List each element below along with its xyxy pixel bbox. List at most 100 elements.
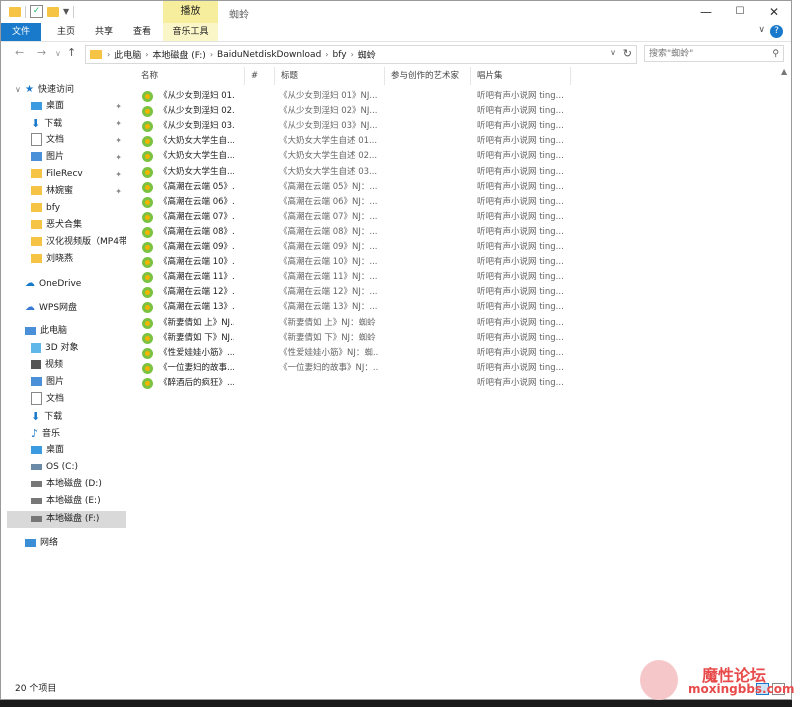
- forward-arrow-icon[interactable]: →: [37, 46, 46, 59]
- nav-item-drive-f[interactable]: 本地磁盘 (F:): [7, 511, 126, 528]
- chevron-down-icon[interactable]: ∨: [15, 81, 21, 98]
- file-row[interactable]: 《高潮在云端 09》... 《高潮在云端 09》NJ：... 听吧有声小说网 tin…: [129, 240, 579, 255]
- refresh-icon[interactable]: ↻: [623, 47, 632, 60]
- nav-item-documents[interactable]: 文档 ✦: [31, 132, 126, 149]
- customize-toolbar-icon[interactable]: ▼: [63, 7, 69, 16]
- tab-share[interactable]: 共享: [85, 23, 123, 41]
- nav-item-pc-pictures[interactable]: 图片: [31, 374, 64, 391]
- nav-item-bfy[interactable]: bfy: [31, 200, 60, 217]
- file-row[interactable]: 《性爱娃娃小筋》... 《性爱娃娃小筋》NJ：蜘... 听吧有声小说网 ting..…: [129, 346, 579, 361]
- file-row[interactable]: 《醉酒后的疯狂》... 听吧有声小说网 ting...: [129, 376, 579, 391]
- nav-item-liuxiaoyan[interactable]: 刘晓燕: [31, 251, 73, 268]
- file-name: 《醉酒后的疯狂》...: [159, 377, 234, 388]
- pin-icon[interactable]: ✦: [115, 149, 122, 166]
- pin-icon[interactable]: ✦: [115, 98, 122, 115]
- minimize-button[interactable]: —: [689, 1, 723, 23]
- file-row[interactable]: 《大奶女大学生自... 《大奶女大学生自述 01... 听吧有声小说网 ting..…: [129, 134, 579, 149]
- column-header-title[interactable]: 标题: [275, 67, 385, 85]
- chevron-down-icon[interactable]: ∨: [758, 25, 765, 35]
- recent-locations-icon[interactable]: ∨: [55, 49, 61, 58]
- nav-item-drive-d[interactable]: 本地磁盘 (D:): [31, 476, 102, 493]
- chevron-right-icon[interactable]: ›: [351, 50, 354, 59]
- pin-icon[interactable]: ✦: [115, 115, 122, 132]
- chevron-right-icon[interactable]: ›: [145, 50, 148, 59]
- properties-icon[interactable]: ✓: [30, 5, 43, 18]
- nav-item-drive-e[interactable]: 本地磁盘 (E:): [31, 493, 101, 510]
- nav-quick-access[interactable]: ∨ ★ 快速访问: [15, 81, 74, 98]
- chevron-down-icon[interactable]: ∨: [610, 48, 616, 57]
- maximize-button[interactable]: ☐: [723, 1, 757, 23]
- file-row[interactable]: 《大奶女大学生自... 《大奶女大学生自述 03... 听吧有声小说网 ting..…: [129, 165, 579, 180]
- file-row[interactable]: 《一位妻妇的故事... 《一位妻妇的故事》NJ：... 听吧有声小说网 ting..…: [129, 361, 579, 376]
- nav-item-drive-c[interactable]: OS (C:): [31, 459, 78, 476]
- file-album: 听吧有声小说网 ting...: [477, 226, 564, 237]
- column-header-name[interactable]: 名称: [135, 67, 245, 85]
- breadcrumb-baidu-download[interactable]: BaiduNetdiskDownload: [217, 50, 321, 60]
- nav-item-filerecv[interactable]: FileRecv ✦: [31, 166, 126, 183]
- up-arrow-icon[interactable]: ↑: [67, 46, 76, 59]
- breadcrumb-bfy[interactable]: bfy: [333, 50, 347, 60]
- nav-item-pictures[interactable]: 图片 ✦: [31, 149, 126, 166]
- chevron-up-icon[interactable]: ▲: [781, 67, 787, 76]
- new-folder-icon[interactable]: [47, 6, 59, 17]
- file-title: 《大奶女大学生自述 02...: [279, 151, 378, 162]
- chevron-right-icon[interactable]: ›: [210, 50, 213, 59]
- nav-item-hanhua[interactable]: 汉化视频版（MP4带: [31, 234, 126, 251]
- nav-item-3d[interactable]: 3D 对象: [31, 340, 79, 357]
- file-row[interactable]: 《大奶女大学生自... 《大奶女大学生自述 02... 听吧有声小说网 ting..…: [129, 149, 579, 164]
- audio-file-icon: [142, 362, 153, 374]
- nav-item-linwanmi[interactable]: 林婉蜜 ✦: [31, 183, 126, 200]
- file-row[interactable]: 《高潮在云端 05》... 《高潮在云端 05》NJ：... 听吧有声小说网 tin…: [129, 180, 579, 195]
- column-header-album[interactable]: 唱片集: [471, 67, 571, 85]
- file-row[interactable]: 《从少女到淫妇 02... 《从少女到淫妇 02》NJ... 听吧有声小说网 tin…: [129, 104, 579, 119]
- column-header-artists[interactable]: 参与创作的艺术家: [385, 67, 471, 85]
- chevron-right-icon[interactable]: ›: [107, 50, 110, 59]
- pin-icon[interactable]: ✦: [115, 183, 122, 200]
- nav-item-music[interactable]: ♪ 音乐: [31, 425, 60, 442]
- breadcrumb-drive-f[interactable]: 本地磁盘 (F:): [152, 48, 205, 61]
- nav-item-pc-desktop[interactable]: 桌面: [31, 442, 64, 459]
- search-icon[interactable]: ⚲: [772, 46, 779, 63]
- nav-onedrive[interactable]: ☁ OneDrive: [25, 275, 81, 292]
- address-bar[interactable]: › 此电脑 › 本地磁盘 (F:) › BaiduNetdiskDownload…: [85, 45, 637, 64]
- nav-this-pc[interactable]: 此电脑: [25, 323, 67, 340]
- vertical-scrollbar[interactable]: ▲: [779, 67, 791, 677]
- nav-item-pc-downloads[interactable]: ⬇ 下载: [31, 408, 62, 425]
- chevron-right-icon[interactable]: ›: [325, 50, 328, 59]
- breadcrumb-current[interactable]: 蜘蛉: [358, 48, 376, 61]
- pin-icon[interactable]: ✦: [115, 166, 122, 183]
- audio-file-icon: [142, 226, 153, 238]
- back-arrow-icon[interactable]: ←: [15, 46, 24, 59]
- nav-item-desktop[interactable]: 桌面 ✦: [31, 98, 126, 115]
- close-button[interactable]: ✕: [757, 1, 791, 23]
- nav-network[interactable]: 网络: [25, 535, 58, 552]
- file-row[interactable]: 《从少女到淫妇 01... 《从少女到淫妇 01》NJ... 听吧有声小说网 tin…: [129, 89, 579, 104]
- file-row[interactable]: 《高潮在云端 07》... 《高潮在云端 07》NJ：... 听吧有声小说网 tin…: [129, 210, 579, 225]
- help-icon[interactable]: ?: [770, 25, 783, 38]
- tab-view[interactable]: 查看: [123, 23, 161, 41]
- file-row[interactable]: 《高潮在云端 12》... 《高潮在云端 12》NJ：... 听吧有声小说网 tin…: [129, 285, 579, 300]
- nav-item-videos[interactable]: 视频: [31, 357, 63, 374]
- search-input[interactable]: 搜索"蜘蛉" ⚲: [644, 45, 784, 62]
- tab-home[interactable]: 主页: [47, 23, 85, 41]
- column-header-number[interactable]: #: [245, 67, 275, 85]
- nav-item-pc-documents[interactable]: 文档: [31, 391, 64, 408]
- file-row[interactable]: 《高潮在云端 06》... 《高潮在云端 06》NJ：... 听吧有声小说网 tin…: [129, 195, 579, 210]
- context-tab-play[interactable]: 播放: [163, 1, 218, 23]
- breadcrumb-this-pc[interactable]: 此电脑: [114, 48, 141, 61]
- file-row[interactable]: 《新妻倩如 下》NJ... 《新妻倩如 下》NJ：蜘蛉 听吧有声小说网 ting..…: [129, 331, 579, 346]
- nav-item-equan[interactable]: 恶犬合集: [31, 217, 82, 234]
- file-row[interactable]: 《高潮在云端 13》... 《高潮在云端 13》NJ：... 听吧有声小说网 tin…: [129, 300, 579, 315]
- nav-item-downloads[interactable]: ⬇ 下载 ✦: [31, 115, 126, 132]
- drive-icon: [31, 515, 42, 522]
- file-row[interactable]: 《新妻倩如 上》NJ... 《新妻倩如 上》NJ：蜘蛉 听吧有声小说网 ting..…: [129, 316, 579, 331]
- pin-icon[interactable]: ✦: [115, 132, 122, 149]
- file-row[interactable]: 《高潮在云端 10》... 《高潮在云端 10》NJ：... 听吧有声小说网 tin…: [129, 255, 579, 270]
- download-icon: ⬇: [31, 117, 41, 130]
- nav-wps[interactable]: ☁ WPS网盘: [25, 299, 77, 316]
- tab-music-tools[interactable]: 音乐工具: [163, 23, 218, 41]
- file-row[interactable]: 《高潮在云端 08》... 《高潮在云端 08》NJ：... 听吧有声小说网 tin…: [129, 225, 579, 240]
- file-row[interactable]: 《从少女到淫妇 03... 《从少女到淫妇 03》NJ... 听吧有声小说网 tin…: [129, 119, 579, 134]
- file-row[interactable]: 《高潮在云端 11》... 《高潮在云端 11》NJ：... 听吧有声小说网 tin…: [129, 270, 579, 285]
- tab-file[interactable]: 文件: [1, 23, 41, 41]
